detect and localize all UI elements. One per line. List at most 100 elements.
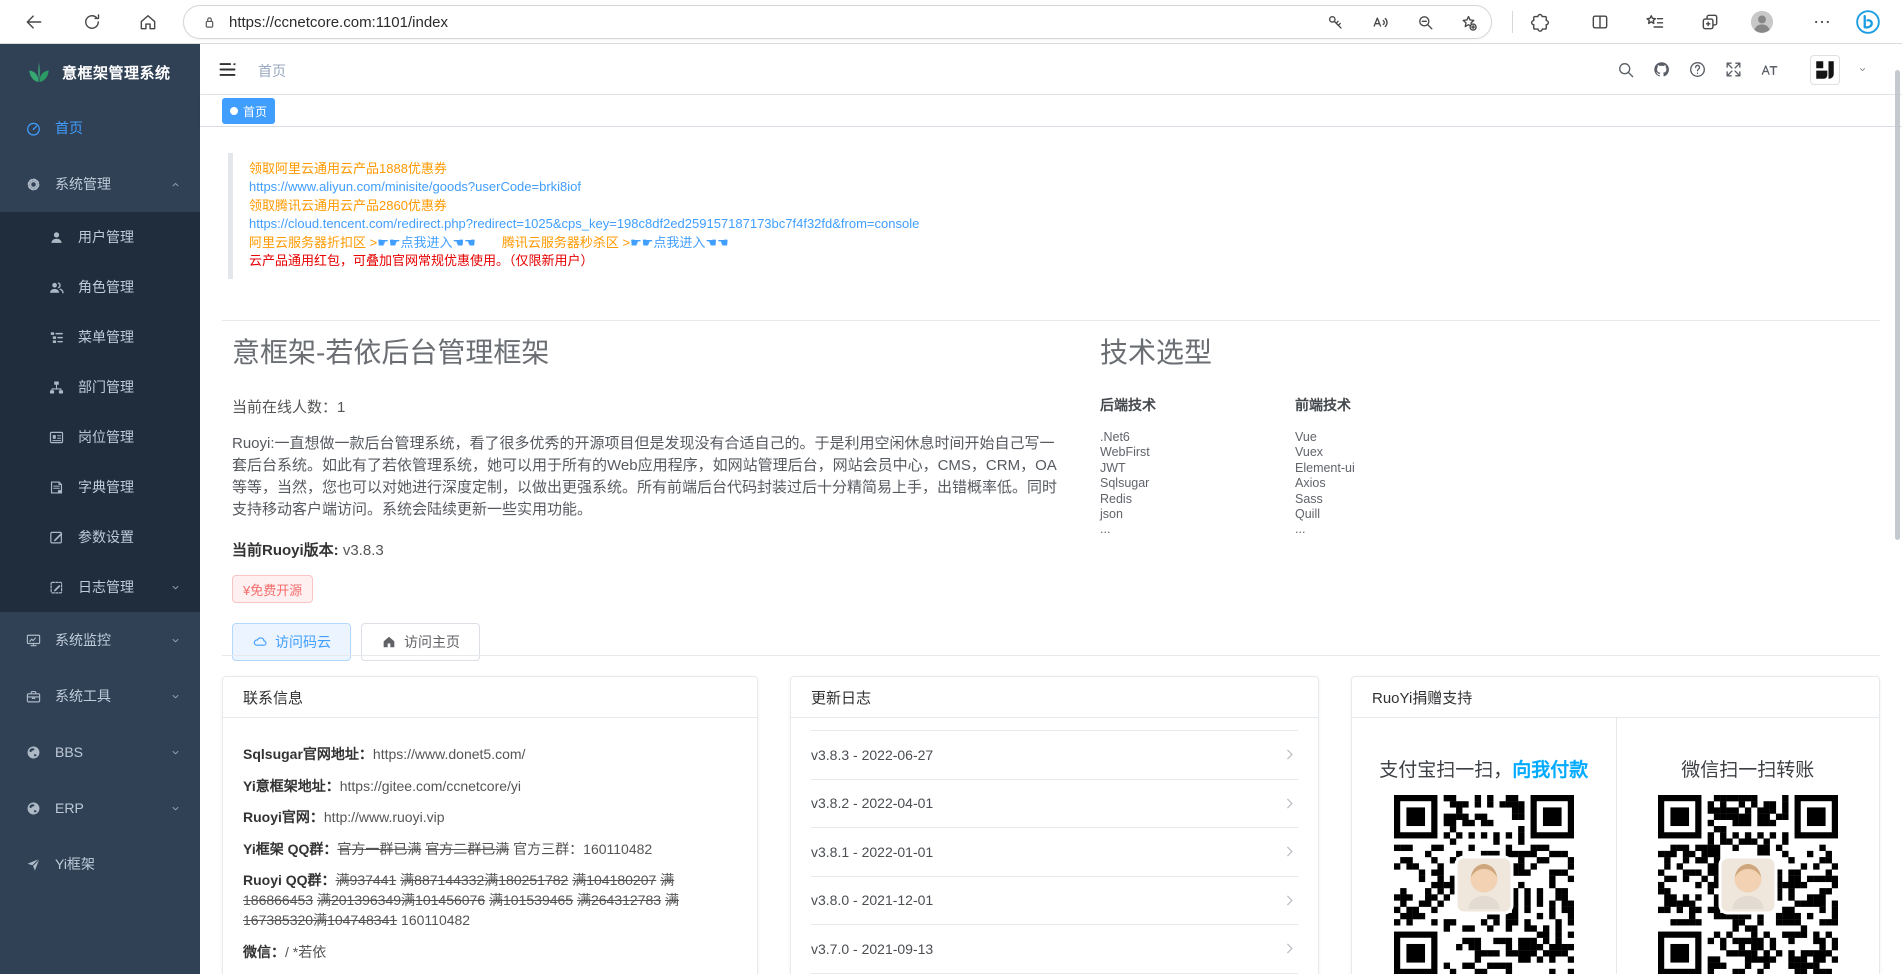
- contact-text: Yi框架 QQ群：: [243, 841, 337, 857]
- sidebar-item-erp[interactable]: ERP: [0, 780, 200, 836]
- tab-copy-icon[interactable]: [1700, 12, 1720, 32]
- main-area: 首页 首页 领取阿里云通用云产品1888优惠券https://www.aliyu…: [200, 44, 1902, 974]
- sidebar-item-system-monitor[interactable]: 系统监控: [0, 612, 200, 668]
- copilot-icon[interactable]: [1854, 8, 1882, 36]
- toolbar-separator: [1512, 11, 1513, 33]
- cloud-icon: [252, 634, 268, 650]
- tech-list-item: Axios: [1295, 476, 1490, 491]
- caret-down-icon: [169, 746, 182, 759]
- changelog-row[interactable]: v3.8.2 - 2022-04-01: [811, 779, 1298, 828]
- promo-notice: 领取阿里云通用云产品1888优惠券https://www.aliyun.com/…: [228, 153, 1848, 279]
- changelog-row[interactable]: v3.7.0 - 2021-09-13: [811, 924, 1298, 973]
- refresh-icon[interactable]: [82, 12, 102, 32]
- intro-section: 意框架-若依后台管理框架 当前在线人数：1 Ruoyi:一直想做一款后台管理系统…: [232, 331, 1072, 661]
- sidebar-item-home[interactable]: 首页: [0, 100, 200, 156]
- changelog-label: v3.8.2 - 2022-04-01: [811, 795, 933, 811]
- notice-link[interactable]: https://cloud.tencent.com/redirect.php?r…: [249, 216, 919, 231]
- changelog-row[interactable]: v3.8.0 - 2021-12-01: [811, 876, 1298, 925]
- sidebar-item-dict-management[interactable]: 字典管理: [0, 462, 200, 512]
- sidebar-item-menu-management[interactable]: 菜单管理: [0, 312, 200, 362]
- notice-text: [476, 235, 502, 250]
- sidebar-item-label: 系统工具: [55, 686, 111, 706]
- sidebar-item-yi-framework[interactable]: Yi框架: [0, 836, 200, 892]
- notice-line: 云产品通用红包，可叠加官网常规优惠使用。（仅限新用户）: [249, 252, 1848, 270]
- notice-link[interactable]: ☛☛点我进入☚☚: [377, 235, 476, 250]
- more-icon[interactable]: [1812, 12, 1832, 32]
- sidebar-item-label: Yi框架: [55, 854, 95, 874]
- github-icon[interactable]: [1652, 60, 1671, 79]
- sidebar-item-dept-management[interactable]: 部门管理: [0, 362, 200, 412]
- notice-line: 阿里云服务器折扣区 >☛☛点我进入☚☚ 腾讯云服务器秒杀区 >☛☛点我进入☚☚: [249, 234, 1848, 252]
- search-icon[interactable]: [1616, 60, 1635, 79]
- fullscreen-icon[interactable]: [1724, 60, 1743, 79]
- font-size-icon[interactable]: [1760, 60, 1779, 79]
- free-open-source-tag: ¥免费开源: [232, 575, 313, 603]
- caret-down-icon: [169, 690, 182, 703]
- contact-text: / *若依: [285, 944, 326, 960]
- notice-text: 阿里云服务器折扣区 >: [249, 235, 377, 250]
- tags-view-bar: 首页: [200, 95, 1902, 127]
- page-title: 意框架-若依后台管理框架: [232, 331, 1072, 371]
- home-icon[interactable]: [138, 12, 158, 32]
- tech-list-item: json: [1100, 507, 1295, 522]
- sidebar-item-user-management[interactable]: 用户管理: [0, 212, 200, 262]
- favorite-add-icon[interactable]: [1459, 13, 1478, 32]
- home-icon: [381, 634, 397, 650]
- sidebar-item-system-tools[interactable]: 系统工具: [0, 668, 200, 724]
- caret-down-icon: [169, 581, 182, 594]
- caret-up-icon: [169, 178, 182, 191]
- changelog-row[interactable]: v3.8.1 - 2022-01-01: [811, 827, 1298, 876]
- tech-list-item: WebFirst: [1100, 445, 1295, 460]
- sidebar-item-role-management[interactable]: 角色管理: [0, 262, 200, 312]
- active-tag-dot: [230, 107, 238, 115]
- log-icon: [48, 579, 65, 596]
- contact-text: Ruoyi官网：: [243, 809, 324, 825]
- sidebar-item-bbs[interactable]: BBS: [0, 724, 200, 780]
- url-bar[interactable]: https://ccnetcore.com:1101/index: [183, 5, 1492, 39]
- breadcrumb[interactable]: 首页: [258, 61, 286, 81]
- sidebar-item-label: 用户管理: [78, 227, 134, 247]
- extensions-icon[interactable]: [1530, 12, 1550, 32]
- question-icon[interactable]: [1688, 60, 1707, 79]
- sidebar-item-param-settings[interactable]: 参数设置: [0, 512, 200, 562]
- contact-text: 满104180207: [572, 872, 656, 888]
- tab-home[interactable]: 首页: [222, 98, 275, 124]
- app-logo[interactable]: 意框架管理系统: [0, 44, 200, 100]
- changelog-card-title: 更新日志: [791, 677, 1318, 718]
- caret-down-icon: [169, 634, 182, 647]
- tech-list-item: Vuex: [1295, 445, 1490, 460]
- pay-me-link[interactable]: 向我付款: [1512, 760, 1588, 781]
- tech-list-item: Redis: [1100, 492, 1295, 507]
- caret-down-icon[interactable]: [1857, 64, 1868, 75]
- sidebar-menu: 首页系统管理用户管理角色管理菜单管理部门管理岗位管理字典管理参数设置日志管理系统…: [0, 100, 200, 892]
- sidebar-item-system-management[interactable]: 系统管理: [0, 156, 200, 212]
- online-count: 当前在线人数：1: [232, 396, 1072, 417]
- sidebar-item-label: 系统监控: [55, 630, 111, 650]
- key-icon[interactable]: [1326, 13, 1345, 32]
- sidebar-collapse-icon[interactable]: [217, 59, 238, 80]
- page-scrollbar[interactable]: [1895, 70, 1900, 540]
- changelog-label: v3.8.0 - 2021-12-01: [811, 892, 933, 908]
- notice-link[interactable]: ☛☛点我进入☚☚: [630, 235, 729, 250]
- notice-link[interactable]: https://www.aliyun.com/minisite/goods?us…: [249, 179, 581, 194]
- org-tree-icon: [48, 379, 65, 396]
- split-screen-icon[interactable]: [1590, 12, 1610, 32]
- caret-down-icon: [169, 802, 182, 815]
- sidebar-item-post-management[interactable]: 岗位管理: [0, 412, 200, 462]
- notice-line: https://www.aliyun.com/minisite/goods?us…: [249, 178, 1848, 196]
- navbar-actions: [1616, 44, 1868, 95]
- browser-toolbar: https://ccnetcore.com:1101/index: [0, 0, 1902, 44]
- back-icon[interactable]: [24, 12, 44, 32]
- changelog-row[interactable]: v3.8.3 - 2022-06-27: [811, 730, 1298, 779]
- chevron-right-icon: [1281, 795, 1298, 812]
- sidebar-item-label: 参数设置: [78, 527, 134, 547]
- gauge-icon: [25, 120, 42, 137]
- sidebar-item-log-management[interactable]: 日志管理: [0, 562, 200, 612]
- lock-icon[interactable]: [201, 14, 218, 31]
- user-avatar[interactable]: [1810, 55, 1840, 85]
- leaf-icon: [26, 59, 52, 85]
- profile-icon[interactable]: [1748, 8, 1776, 36]
- read-aloud-icon[interactable]: [1371, 13, 1390, 32]
- zoom-out-icon[interactable]: [1416, 13, 1435, 32]
- collections-icon[interactable]: [1645, 12, 1665, 32]
